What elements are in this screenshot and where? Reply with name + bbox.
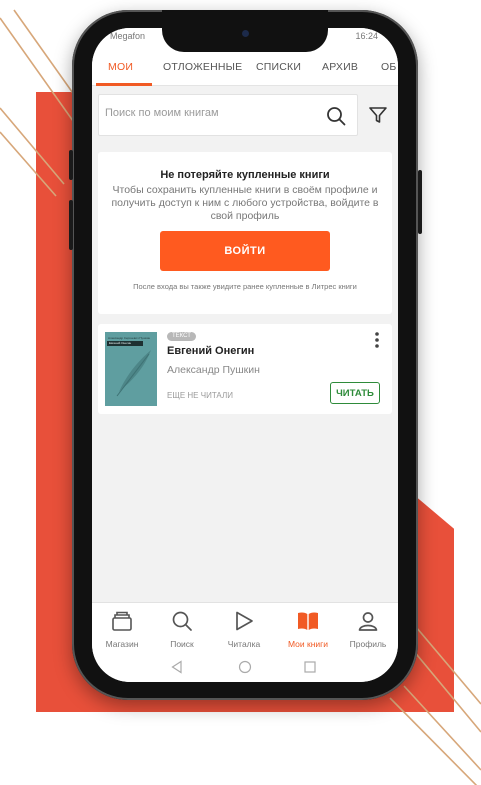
book-card[interactable]: Александр Сергеевич Пушкин Евгений Онеги… [98, 324, 392, 414]
quill-icon [116, 350, 151, 397]
play-icon [236, 611, 253, 631]
search-box [98, 94, 358, 136]
app-screen: Megafon 16:24 МОИ ОТЛОЖЕННЫЕ СПИСКИ АРХИ… [92, 28, 398, 682]
book-author[interactable]: Александр Пушкин [167, 364, 260, 376]
phone-side-button [69, 150, 73, 180]
promo-title: Не потеряйте купленные книги [160, 169, 330, 181]
book-cover[interactable]: Александр Сергеевич Пушкин Евгений Онеги… [105, 332, 157, 406]
nav-store-label: Магазин [105, 639, 139, 649]
reading-status: ЕЩЕ НЕ ЧИТАЛИ [167, 391, 233, 400]
filter-icon[interactable] [368, 105, 388, 125]
book-title[interactable]: Евгений Онегин [167, 345, 254, 357]
nav-my-books[interactable]: Мои книги [278, 603, 338, 655]
tab-my[interactable]: МОИ [108, 61, 133, 73]
search-input[interactable] [105, 107, 315, 119]
nav-search-label: Поиск [170, 639, 194, 649]
tab-bar: МОИ ОТЛОЖЕННЫЕ СПИСКИ АРХИВ ОБ [92, 48, 398, 86]
nav-my-books-label: Мои книги [287, 639, 329, 649]
bottom-navigation: Магазин Поиск Читалка Мои книги Профиль [92, 602, 398, 654]
tab-archive[interactable]: АРХИВ [322, 61, 358, 73]
nav-store[interactable]: Магазин [92, 603, 152, 655]
nav-profile[interactable]: Профиль [338, 603, 398, 655]
store-icon [112, 611, 132, 631]
login-button[interactable]: ВОЙТИ [160, 231, 330, 271]
phone-notch [162, 10, 328, 52]
carrier-label: Megafon [110, 31, 146, 41]
profile-icon [358, 612, 378, 631]
phone-side-button [418, 170, 422, 234]
nav-search[interactable]: Поиск [152, 603, 212, 655]
tab-lists[interactable]: СПИСКИ [256, 61, 301, 73]
promo-note: После входа вы также увидите ранее купле… [133, 282, 357, 291]
clock-label: 16:24 [355, 31, 378, 41]
active-tab-indicator [96, 83, 152, 86]
home-icon[interactable] [238, 660, 252, 674]
back-icon[interactable] [170, 660, 184, 674]
nav-reader[interactable]: Читалка [213, 603, 275, 655]
read-button[interactable]: ЧИТАТЬ [330, 382, 380, 404]
system-navigation-bar [92, 654, 398, 682]
front-camera [242, 30, 249, 37]
search-icon [172, 611, 192, 631]
more-options-icon[interactable] [370, 330, 384, 350]
format-badge: ТЕКСТ [167, 332, 196, 341]
recents-icon[interactable] [303, 660, 317, 674]
promo-text: Чтобы сохранить купленные книги в своём … [111, 184, 379, 222]
tab-deferred[interactable]: ОТЛОЖЕННЫЕ [163, 61, 242, 73]
search-icon[interactable] [325, 105, 347, 127]
nav-reader-label: Читалка [227, 639, 261, 649]
phone-side-button [69, 200, 73, 250]
book-icon [298, 612, 318, 630]
login-promo-card: Не потеряйте купленные книги Чтобы сохра… [98, 152, 392, 314]
nav-profile-label: Профиль [349, 639, 387, 649]
tab-more[interactable]: ОБ [381, 61, 396, 73]
